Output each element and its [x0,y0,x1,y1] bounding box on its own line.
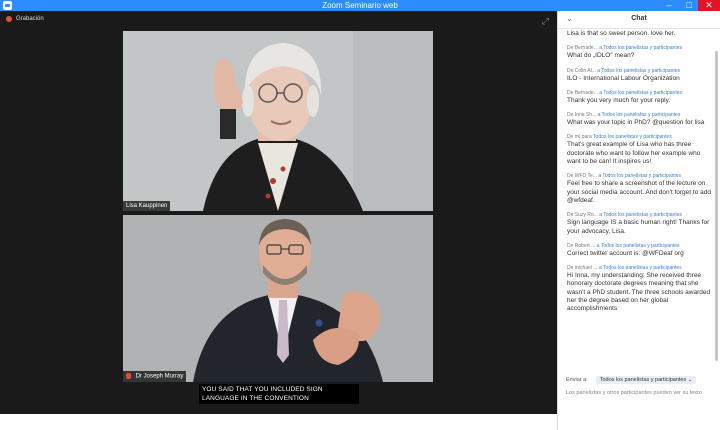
message-text: Feel free to share a screenshot of the l… [567,180,711,204]
participant-name: Lisa Kauppinen [126,203,168,209]
message-recipient[interactable]: a Todos los panelistas y participantes [599,265,682,271]
message-recipient[interactable]: a Todos los panelistas y participantes [597,68,680,74]
message-meta: De WFD Te... a Todos los panelistas y pa… [567,173,712,180]
chat-message: De Suzy Ro... a Todos los panelistas y p… [567,212,712,236]
message-meta: De Bernade... a Todos los panelistas y p… [567,90,712,97]
message-recipient[interactable]: a Todos los panelistas y participantes [597,243,680,249]
chat-message: De Colin Al... a Todos los panelistas y … [567,68,712,83]
message-sender: De WFD Te... [567,173,597,180]
message-text: What was your topic in PhD? @question fo… [567,119,705,127]
participant-video-joseph [123,215,433,382]
message-sender: De Inna Sh... [567,112,597,119]
bottom-bar [0,414,557,430]
participant-name: Dr Joseph Murray [135,374,184,380]
minimize-button[interactable]: ‒ [660,0,678,11]
closed-caption: YOU SAID THAT YOU INCLUDED SIGN LANGUAGE… [199,384,359,404]
message-meta: De Bernade... a Todos los panelistas y p… [567,45,712,52]
chat-message: De Inna Sh... a Todos los panelistas y p… [567,112,712,127]
message-sender: De Colin Al... [567,67,596,74]
window-title: Zoom Seminario web [322,1,398,10]
message-sender: De mí para [567,134,592,141]
participant-name-label: Dr Joseph Murray [123,371,187,382]
message-text: Correct twitter account is: @WFDeaf org [567,249,684,257]
chat-message: De Bernade... a Todos los panelistas y p… [567,45,712,60]
close-button[interactable]: ✕ [698,0,720,11]
chat-message: Lisa is that so sweet person. love her. [567,30,712,38]
chat-message: De WFD Te... a Todos los panelistas y pa… [567,173,712,205]
chat-input[interactable]: Los panelistas y otros participantes pue… [566,389,714,397]
message-sender: De Robert ... [567,242,596,249]
message-text: Lisa is that so sweet person. love her. [567,30,676,37]
send-to-label: Enviar a: [566,377,588,383]
message-text: Thank you very much for your reply. [567,96,671,104]
window-titlebar: Zoom Seminario web ‒ □ ✕ [0,0,720,11]
message-recipient[interactable]: a Todos los panelistas y participantes [599,212,682,218]
mic-muted-icon [126,373,131,380]
message-sender: De Bernade... [567,89,598,96]
record-icon [6,16,12,22]
chat-message: De Robert ... a Todos los panelistas y p… [567,243,712,258]
chat-panel: ⌄ Chat Lisa is that so sweet person. lov… [557,11,720,430]
message-sender: De Suzy Ro... [567,212,598,219]
message-recipient[interactable]: a Todos los panelistas y participantes [598,173,681,179]
chevron-down-icon: ⌄ [687,377,693,383]
fullscreen-icon[interactable]: ⤢ [542,16,549,27]
chat-messages[interactable]: Lisa is that so sweet person. love her. … [558,30,712,377]
chat-header: ⌄ Chat [558,11,720,29]
message-text: ILO - International Labour Organization [567,74,680,82]
message-text: What do „IDLO" mean? [567,52,635,60]
message-recipient[interactable]: a Todos los panelistas y participantes [599,45,682,51]
chat-message: De Bernade... a Todos los panelistas y p… [567,90,712,105]
video-tile-joseph[interactable]: Dr Joseph Murray [123,215,433,382]
send-to-value: Todos los panelistas y participantes [599,377,687,383]
message-text: That's great example of Lisa who has thr… [567,141,701,166]
message-meta: De Colin Al... a Todos los panelistas y … [567,68,712,75]
message-recipient[interactable]: a Todos los panelistas y participantes [599,90,682,96]
participant-name-label: Lisa Kauppinen [123,201,171,211]
message-recipient[interactable]: a Todos los panelistas y participantes [598,112,681,118]
message-text: Sign language IS a basic human right! Th… [567,219,710,235]
message-recipient[interactable]: Todos los panelistas y participantes [593,134,672,140]
send-to-row: Enviar a: Todos los panelistas y partici… [566,376,697,384]
message-meta: De mí para Todos los panelistas y partic… [567,134,712,141]
chat-message: De mí para Todos los panelistas y partic… [567,134,712,166]
recording-label: Grabación [16,16,44,22]
message-meta: De Robert ... a Todos los panelistas y p… [567,243,712,250]
video-tile-lisa[interactable]: Lisa Kauppinen [123,31,433,211]
recording-indicator: Grabación [6,16,44,22]
chat-message: De michael ... a Todos los panelistas y … [567,265,712,313]
send-to-dropdown[interactable]: Todos los panelistas y participantes ⌄ [595,376,697,384]
message-meta: De Inna Sh... a Todos los panelistas y p… [567,112,712,119]
chat-title: Chat [631,15,647,22]
chat-scrollbar[interactable] [715,51,718,361]
message-sender: De michael ... [567,265,598,272]
message-sender: De Bernade... [567,45,598,52]
message-meta: De michael ... a Todos los panelistas y … [567,265,712,272]
maximize-button[interactable]: □ [680,0,698,11]
participant-video-lisa [123,31,433,211]
message-text: Hi Inna, my understanding: She received … [567,272,711,313]
message-meta: De Suzy Ro... a Todos los panelistas y p… [567,212,712,219]
